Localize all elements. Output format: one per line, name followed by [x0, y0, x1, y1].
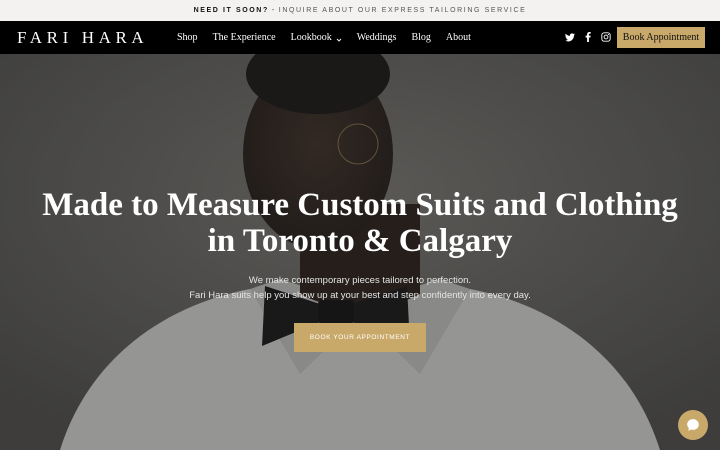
announcement-separator: - [271, 7, 276, 14]
nav-item-label: About [445, 32, 471, 43]
site-logo[interactable]: FARI HARA [17, 29, 148, 46]
hero-subtitle-line-1: We make contemporary pieces tailored to … [248, 275, 472, 286]
announcement-bar: NEED IT SOON? - INQUIRE ABOUT OUR EXPRES… [0, 0, 720, 21]
nav-menu: Shop The Experience Lookbook Weddings Bl… [177, 21, 486, 54]
chat-bubble-icon[interactable] [678, 410, 708, 440]
hero-subtitle: We make contemporary pieces tailored to … [120, 273, 600, 303]
nav-item-label: Weddings [356, 32, 397, 43]
announcement-bold: NEED IT SOON? [193, 7, 269, 14]
book-your-appointment-button[interactable]: BOOK YOUR APPOINTMENT [294, 323, 426, 352]
nav-item-label: Lookbook [290, 32, 332, 43]
nav-item-weddings[interactable]: Weddings [357, 32, 397, 43]
hero-subtitle-line-2: Fari Hara suits help you show up at your… [189, 290, 531, 301]
nav-item-lookbook[interactable]: Lookbook [291, 32, 342, 43]
nav-item-label: The Experience [212, 32, 276, 43]
chevron-down-icon [336, 35, 342, 42]
nav-item-shop[interactable]: Shop [177, 32, 198, 43]
social-links [564, 31, 618, 43]
nav-item-blog[interactable]: Blog [411, 32, 430, 43]
nav-item-the-experience[interactable]: The Experience [213, 32, 276, 43]
twitter-icon[interactable] [564, 31, 576, 43]
hero-title: Made to Measure Custom Suits and Clothin… [42, 187, 678, 259]
nav-item-about[interactable]: About [446, 32, 471, 43]
hero-section: Made to Measure Custom Suits and Clothin… [0, 54, 720, 450]
main-navigation: FARI HARA Shop The Experience Lookbook W… [0, 21, 720, 54]
nav-item-label: Shop [177, 32, 198, 43]
announcement-link[interactable]: INQUIRE ABOUT OUR EXPRESS TAILORING SERV… [279, 7, 527, 14]
facebook-icon[interactable] [582, 31, 594, 43]
nav-item-label: Blog [411, 32, 431, 43]
book-appointment-button[interactable]: Book Appointment [617, 27, 705, 48]
instagram-icon[interactable] [600, 31, 612, 43]
